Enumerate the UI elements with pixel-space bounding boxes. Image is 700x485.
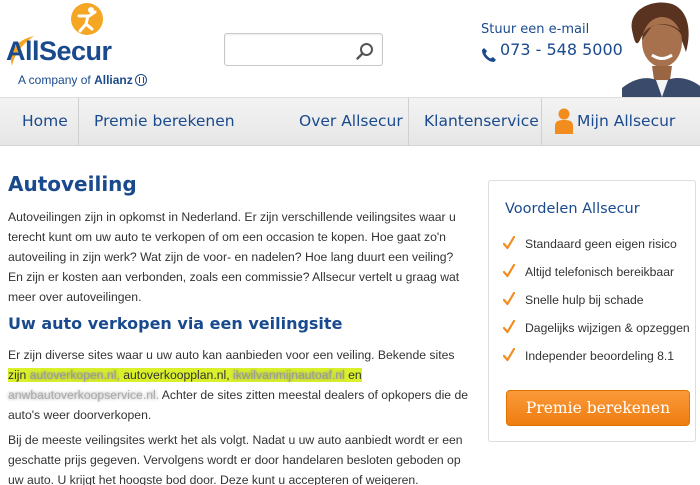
contact-info: Stuur een e-mail 073 - 548 5000 [481, 22, 623, 62]
highlight-en: en [348, 368, 362, 382]
site-link-ikwilvanmijnautoaf[interactable]: ikwilvanmijnautoaf.nl [232, 368, 345, 382]
benefit-label: Independer beoordeling 8.1 [525, 349, 675, 363]
benefits-list: Standaard geen eigen risico Altijd telef… [503, 236, 693, 376]
benefits-box: Voordelen Allsecur Standaard geen eigen … [488, 180, 696, 442]
phone-icon [482, 48, 496, 62]
nav-item-klantenservice[interactable]: Klantenservice [424, 98, 539, 145]
email-link[interactable]: Stuur een e-mail [481, 22, 589, 37]
nav-item-over-allsecur[interactable]: Over Allsecur [299, 98, 403, 145]
search-input[interactable] [233, 40, 348, 60]
search-box [224, 33, 383, 66]
nav-divider [408, 98, 409, 145]
list-item: Snelle hulp bij schade [503, 292, 693, 320]
list-item: Standaard geen eigen risico [503, 236, 693, 264]
brand-parent: Allianz [94, 73, 133, 87]
benefit-label: Standaard geen eigen risico [525, 237, 677, 251]
benefit-label: Snelle hulp bij schade [525, 293, 644, 307]
sites-paragraph: Er zijn diverse sites waar u uw auto kan… [8, 345, 468, 425]
benefit-label: Dagelijks wijzigen & opzeggen [525, 321, 690, 335]
nav-divider [541, 98, 542, 145]
check-icon [503, 348, 515, 362]
highlight-zijn: zijn [8, 368, 27, 382]
allsecur-logo[interactable]: AllSecur A company of Allianz [6, 2, 156, 92]
nav-item-home[interactable]: Home [22, 98, 68, 145]
sites-paragraph-start: Er zijn diverse sites waar u uw auto kan… [8, 348, 455, 362]
section-heading: Uw auto verkopen via een veilingsite [8, 314, 343, 333]
nav-divider [78, 98, 79, 145]
nav-item-premie-berekenen[interactable]: Premie berekenen [94, 98, 235, 145]
phone-number[interactable]: 073 - 548 5000 [500, 40, 623, 59]
site-link-autoverkopen[interactable]: autoverkopen.nl, [29, 368, 120, 382]
intro-paragraph: Autoveilingen zijn in opkomst in Nederla… [8, 210, 460, 304]
list-item: Independer beoordeling 8.1 [503, 348, 693, 376]
agent-photo [622, 0, 700, 97]
main-nav: Home Premie berekenen Over Allsecur Klan… [0, 97, 700, 146]
user-icon [555, 108, 573, 134]
brand-subline-prefix: A company of [18, 73, 91, 87]
site-header: AllSecur A company of Allianz Stuur een … [0, 0, 700, 97]
benefits-title: Voordelen Allsecur [505, 201, 640, 217]
logo-figure-icon [71, 3, 103, 35]
check-icon [503, 236, 515, 250]
nav-item-mijn-allsecur[interactable]: Mijn Allsecur [577, 98, 675, 145]
list-item: Dagelijks wijzigen & opzeggen [503, 320, 693, 348]
list-item: Altijd telefonisch bereikbaar [503, 264, 693, 292]
check-icon [503, 264, 515, 278]
brand-subline: A company of Allianz [18, 73, 147, 87]
site-link-autoverkoopplan[interactable]: autoverkoopplan.nl, [123, 368, 230, 382]
search-icon[interactable] [355, 41, 375, 61]
allianz-icon [134, 74, 147, 86]
benefit-label: Altijd telefonisch bereikbaar [525, 265, 675, 279]
page-title: Autoveiling [8, 172, 137, 196]
process-paragraph: Bij de meeste veilingsites werkt het als… [8, 433, 463, 485]
premie-berekenen-button[interactable]: Premie berekenen [506, 390, 690, 426]
check-icon [503, 292, 515, 306]
check-icon [503, 320, 515, 334]
agent-portrait-icon [622, 0, 700, 97]
brand-name: AllSecur [6, 36, 112, 66]
site-link-anwb[interactable]: anwbautoverkoopservice.nl. [8, 388, 159, 402]
